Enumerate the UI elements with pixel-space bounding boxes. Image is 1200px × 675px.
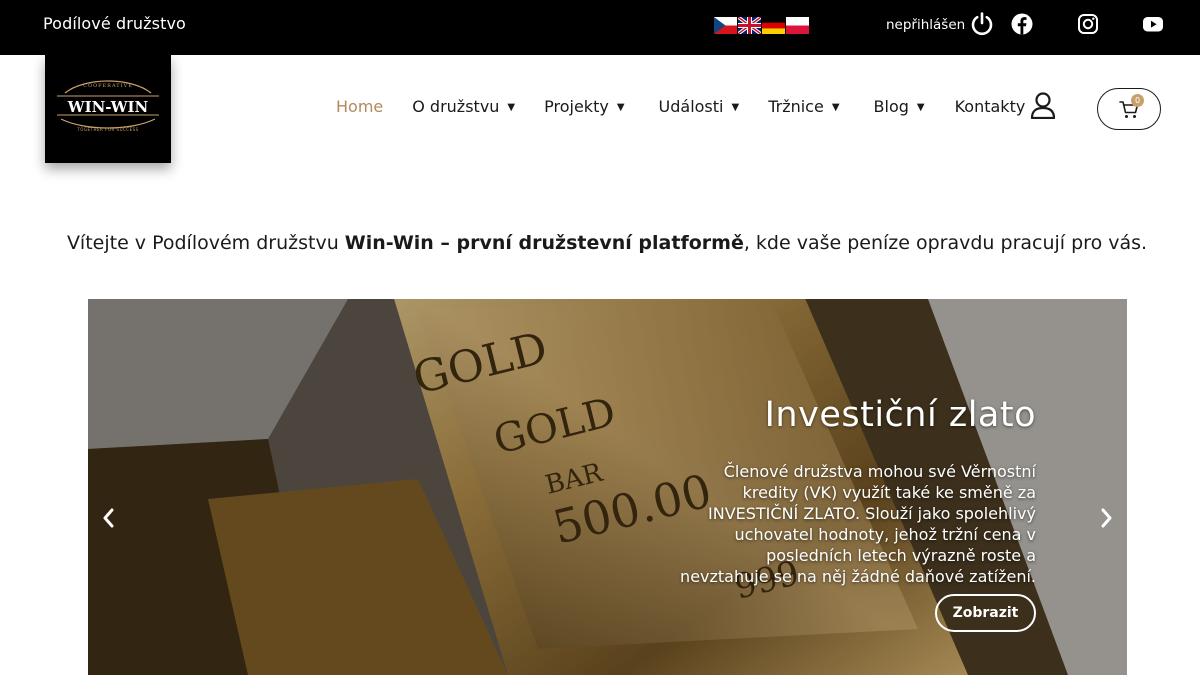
language-switcher <box>714 17 809 34</box>
nav-item-label: Blog <box>873 97 909 116</box>
logo-name: WIN-WIN <box>67 98 149 116</box>
chevron-down-icon: ▼ <box>507 102 516 113</box>
nav-item-home[interactable]: Home <box>336 97 383 116</box>
nav-item-label: Kontakty <box>954 97 1026 116</box>
nav-item-label: Projekty <box>544 97 609 116</box>
instagram-icon[interactable] <box>1076 12 1100 36</box>
nav-item-label: O družstvu <box>412 97 500 116</box>
nav-item-projekty[interactable]: Projekty ▼ <box>544 97 624 116</box>
de-flag-icon[interactable] <box>762 17 785 34</box>
chevron-left-icon[interactable] <box>100 505 116 531</box>
chevron-right-icon[interactable] <box>1099 505 1115 531</box>
chevron-down-icon: ▼ <box>731 102 740 113</box>
site-title[interactable]: Podílové družstvo <box>43 14 186 33</box>
chevron-down-icon: ▼ <box>831 102 840 113</box>
win-win-logo-icon: COOPERATIVE WIN-WIN TOGETHER FOR SUCCESS <box>57 80 159 132</box>
uk-flag-icon[interactable] <box>738 17 761 34</box>
logo-bottom-text: TOGETHER FOR SUCCESS <box>76 127 138 132</box>
pl-flag-icon[interactable] <box>786 17 809 34</box>
nav-item-udalosti[interactable]: Události ▼ <box>659 97 740 116</box>
welcome-suffix: , kde vaše peníze opravdu pracují pro vá… <box>743 232 1148 254</box>
hero-title: Investiční zlato <box>764 395 1036 435</box>
show-button[interactable]: Zobrazit <box>935 594 1036 632</box>
cart-button[interactable]: 0 <box>1097 88 1161 130</box>
youtube-icon[interactable] <box>1141 12 1165 36</box>
nav-item-blog[interactable]: Blog ▼ <box>874 97 925 116</box>
logo-top-text: COOPERATIVE <box>83 83 133 89</box>
cs-flag-icon[interactable] <box>714 17 737 34</box>
login-status: nepřihlášen <box>886 17 966 33</box>
nav-item-label: Tržnice <box>768 97 824 116</box>
site-logo[interactable]: COOPERATIVE WIN-WIN TOGETHER FOR SUCCESS <box>45 55 171 163</box>
nav-item-label: Home <box>336 97 384 116</box>
hero-slider: GOLD GOLD BAR 500.00 999 Investiční zlat… <box>88 299 1127 675</box>
cart-count-badge: 0 <box>1131 94 1144 107</box>
chevron-down-icon: ▼ <box>916 102 925 113</box>
nav-item-trznice[interactable]: Tržnice ▼ <box>768 97 839 116</box>
top-bar: Podílové družstvo nepřihlášen <box>0 0 1200 55</box>
welcome-bold: Win-Win – první družstevní platformě <box>344 232 744 254</box>
welcome-prefix: Vítejte v Podílovém družstvu <box>66 232 345 254</box>
welcome-text: Vítejte v Podílovém družstvu Win-Win – p… <box>0 232 1200 254</box>
nav-item-label: Události <box>658 97 724 116</box>
chevron-down-icon: ▼ <box>616 102 625 113</box>
hero-description: Členové družstva mohou své Věrnostní kre… <box>680 462 1036 586</box>
facebook-icon[interactable] <box>1010 12 1034 36</box>
main-nav: Home O družstvu ▼ Projekty ▼ Události ▼ Trž… <box>336 97 1025 116</box>
nav-item-kontakty[interactable]: Kontakty <box>955 97 1026 116</box>
power-icon[interactable] <box>970 12 994 36</box>
user-account-icon[interactable] <box>1030 92 1056 119</box>
nav-item-o-druzstvu[interactable]: O družstvu ▼ <box>412 97 515 116</box>
